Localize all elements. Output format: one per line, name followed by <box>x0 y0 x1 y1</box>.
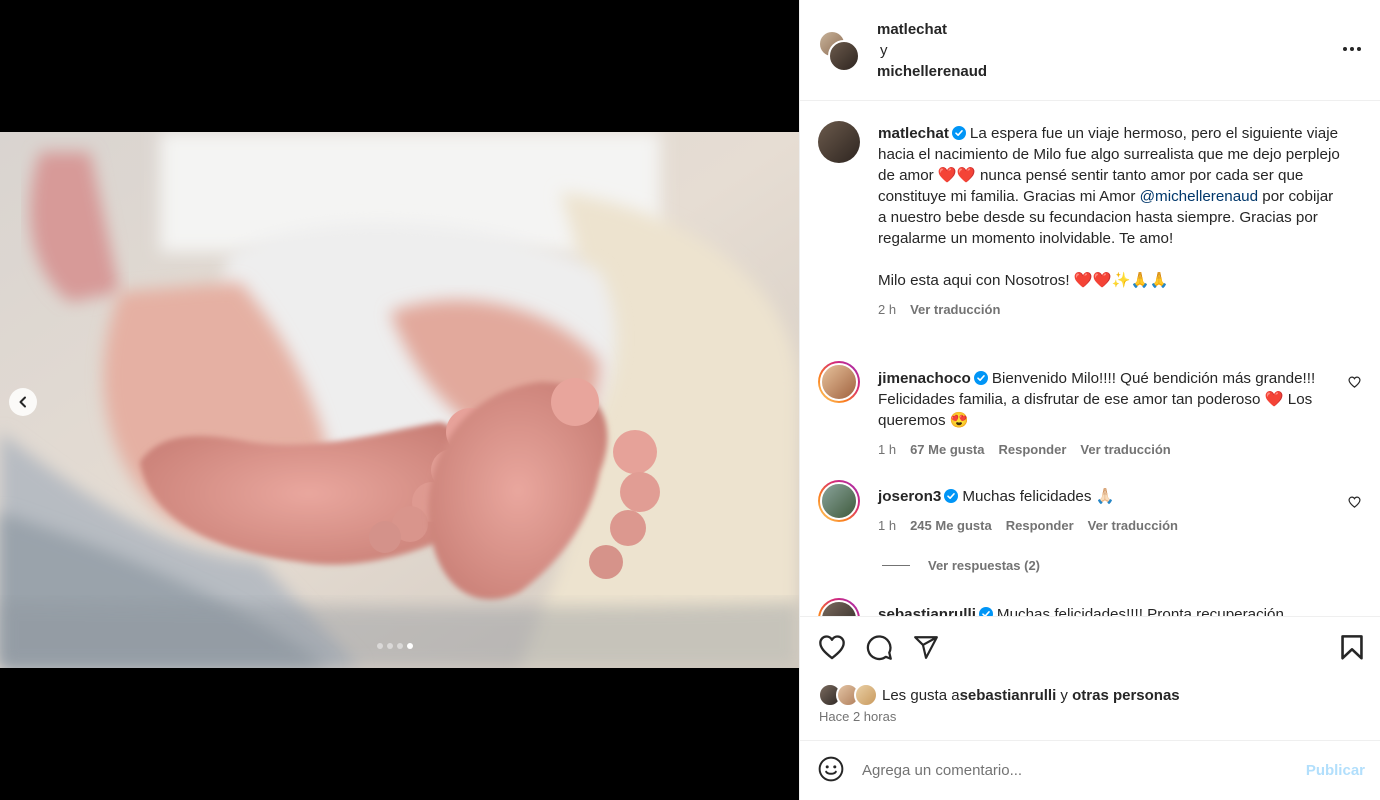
comment-meta: 1 h 245 Me gusta Responder Ver traducció… <box>878 515 1341 536</box>
publish-button[interactable]: Publicar <box>1306 762 1365 779</box>
comment-input[interactable] <box>862 762 1282 779</box>
post-side-panel: matlechat y michellerenaud matlechat La e… <box>799 0 1380 800</box>
comment-likes[interactable]: 245 Me gusta <box>910 515 992 536</box>
verified-badge-icon <box>944 489 959 503</box>
reply-link[interactable]: Responder <box>1006 515 1074 536</box>
comment-text: Muchas felicidades!!!! Pronta recuperaci… <box>996 606 1284 616</box>
comment-like-button[interactable] <box>1348 376 1361 391</box>
comment-body: joseron3 Muchas felicidades 🙏🏻 1 h 245 Me… <box>878 486 1341 536</box>
translate-link[interactable]: Ver traducción <box>910 299 1000 320</box>
comment-username[interactable]: sebastianrulli <box>878 606 976 616</box>
more-options-button[interactable] <box>1342 40 1362 55</box>
carousel-dots <box>377 643 413 649</box>
view-replies-button[interactable]: Ver respuestas (2) <box>882 558 1040 573</box>
divider <box>882 565 910 566</box>
post-photo[interactable] <box>0 132 799 668</box>
more-horizontal-icon <box>1343 47 1361 51</box>
translate-link[interactable]: Ver traducción <box>1088 515 1178 536</box>
caption-username[interactable]: matlechat <box>878 125 949 142</box>
carousel-dot-active <box>407 643 413 649</box>
avatar[interactable] <box>818 598 860 616</box>
likes-middle: y <box>1056 686 1073 704</box>
likes-prefix: Les gusta a <box>882 686 960 704</box>
comments-list[interactable]: matlechat La espera fue un viaje hermoso,… <box>800 102 1380 616</box>
post-actions: Les gusta a sebastianrulli y otras perso… <box>800 616 1380 740</box>
emoji-button[interactable] <box>818 756 844 785</box>
comment-like-button[interactable] <box>1348 496 1361 511</box>
likes-avatars <box>818 683 880 707</box>
view-replies-label: Ver respuestas (2) <box>928 558 1041 573</box>
post-header: matlechat y michellerenaud <box>800 0 1380 101</box>
reply-link[interactable]: Responder <box>999 439 1067 460</box>
comment-meta: 1 h 67 Me gusta Responder Ver traducción <box>878 439 1341 460</box>
comment-body: sebastianrulli Muchas felicidades!!!! Pro… <box>878 604 1341 616</box>
avatar[interactable] <box>818 121 860 163</box>
add-comment-bar: Publicar <box>800 740 1380 800</box>
comment-username[interactable]: jimenachoco <box>878 370 971 387</box>
avatar[interactable] <box>818 480 860 522</box>
carousel-dot <box>377 643 383 649</box>
comment-time[interactable]: 1 h <box>878 439 896 460</box>
media-area <box>0 0 799 800</box>
caption-body: matlechat La espera fue un viaje hermoso,… <box>878 123 1341 320</box>
verified-badge-icon <box>951 126 966 140</box>
heart-icon <box>1348 376 1361 388</box>
post-modal: matlechat y michellerenaud matlechat La e… <box>0 0 1380 800</box>
verified-badge-icon <box>973 371 988 385</box>
header-connector: y <box>880 42 888 59</box>
translate-link[interactable]: Ver traducción <box>1080 439 1170 460</box>
likes-summary[interactable]: Les gusta a sebastianrulli y otras perso… <box>818 683 1180 707</box>
avatar[interactable] <box>818 361 860 403</box>
bookmark-icon <box>1341 635 1363 660</box>
caption-text-3: Milo esta aqui con Nosotros! ❤️❤️✨🙏🙏 <box>878 272 1169 289</box>
carousel-dot <box>397 643 403 649</box>
comment-time[interactable]: 1 h <box>878 515 896 536</box>
comment-icon <box>866 635 892 661</box>
collab-names: matlechat y michellerenaud <box>877 19 987 82</box>
caption-time[interactable]: 2 h <box>878 299 896 320</box>
baby-feet-photo <box>0 132 799 668</box>
verified-badge-icon <box>978 607 993 616</box>
caption-mention[interactable]: @michellerenaud <box>1140 188 1258 205</box>
heart-icon <box>1348 496 1361 508</box>
caption-meta: 2 h Ver traducción <box>878 299 1341 320</box>
like-button[interactable] <box>818 634 846 663</box>
avatar <box>854 683 878 707</box>
send-icon <box>914 636 938 659</box>
comment-body: jimenachoco Bienvenido Milo!!!! Qué bendi… <box>878 368 1341 460</box>
header-username-1[interactable]: matlechat <box>877 19 987 40</box>
likes-user[interactable]: sebastianrulli <box>960 687 1057 704</box>
likes-others[interactable]: otras personas <box>1072 687 1180 704</box>
heart-icon <box>819 635 845 660</box>
header-username-2[interactable]: michellerenaud <box>877 61 987 82</box>
comment-likes[interactable]: 67 Me gusta <box>910 439 984 460</box>
comment-username[interactable]: joseron3 <box>878 488 941 505</box>
comment-button[interactable] <box>866 634 893 664</box>
chevron-left-icon <box>19 396 26 408</box>
emoji-icon <box>818 756 844 782</box>
post-time[interactable]: Hace 2 horas <box>819 709 896 724</box>
carousel-dot <box>387 643 393 649</box>
prev-media-button[interactable] <box>9 388 37 416</box>
collab-avatars[interactable] <box>818 30 864 76</box>
share-button[interactable] <box>913 634 939 663</box>
save-button[interactable] <box>1340 634 1364 663</box>
avatar <box>828 40 860 72</box>
comment-text: Muchas felicidades 🙏🏻 <box>962 488 1115 505</box>
